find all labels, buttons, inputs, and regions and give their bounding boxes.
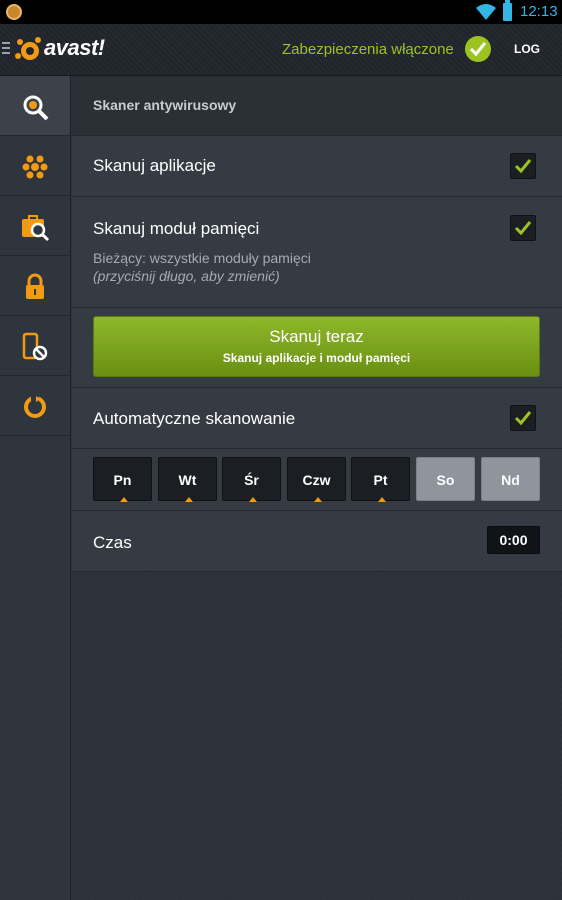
day-label: Śr <box>244 472 259 488</box>
protection-status-text: Zabezpieczenia włączone <box>282 41 454 58</box>
checkmark-icon <box>514 159 532 174</box>
main-panel: Skaner antywirusowy Skanuj aplikacje Ska… <box>72 76 562 900</box>
auto-scan-checkbox[interactable] <box>510 405 536 431</box>
shield-network-icon <box>22 155 48 179</box>
scan-apps-checkbox[interactable] <box>510 153 536 179</box>
day-button-sr[interactable]: Śr <box>222 457 281 502</box>
day-label: Nd <box>501 472 520 488</box>
selected-marker <box>314 497 322 502</box>
notification-icon <box>6 4 22 20</box>
day-button-pt[interactable]: Pt <box>351 457 410 502</box>
battery-icon <box>503 0 512 21</box>
selected-marker <box>120 497 128 502</box>
day-label: Czw <box>302 472 331 488</box>
checkmark-icon <box>514 221 532 236</box>
day-button-czw[interactable]: Czw <box>287 457 346 502</box>
day-selector: Pn Wt Śr Czw Pt So Nd <box>72 449 562 511</box>
scan-now-button[interactable]: Skanuj teraz Skanuj aplikacje i moduł pa… <box>93 316 540 377</box>
status-bar: 12:13 <box>0 0 562 24</box>
scan-memory-checkbox[interactable] <box>510 215 536 241</box>
day-button-wt[interactable]: Wt <box>158 457 217 502</box>
selected-marker <box>185 497 193 502</box>
day-label: Pn <box>113 472 132 488</box>
sidebar-item-scanner[interactable] <box>0 76 70 136</box>
time-row[interactable]: Czas 0:00 <box>72 511 562 572</box>
scan-now-subtitle: Skanuj aplikacje i moduł pamięci <box>222 351 411 365</box>
day-label: Pt <box>373 472 388 488</box>
scan-now-container: Skanuj teraz Skanuj aplikacje i moduł pa… <box>72 308 562 388</box>
day-button-so[interactable]: So <box>416 457 475 501</box>
menu-icon[interactable] <box>2 42 10 56</box>
day-label: Wt <box>178 472 197 488</box>
day-button-nd[interactable]: Nd <box>481 457 540 501</box>
call-filter-icon <box>22 332 48 361</box>
avast-logo-icon <box>15 37 41 60</box>
scan-memory-label: Skanuj moduł pamięci <box>93 219 260 238</box>
protection-check-icon <box>465 36 491 62</box>
memory-current-text: Bieżący: wszystkie moduły pamięci <box>93 250 311 266</box>
sidebar-item-anti-theft[interactable] <box>0 376 70 436</box>
sidebar-item-privacy[interactable] <box>0 196 70 256</box>
auto-scan-label: Automatyczne skanowanie <box>93 409 296 428</box>
logo-text: avast! <box>44 35 105 60</box>
clock: 12:13 <box>520 3 558 20</box>
scan-apps-row[interactable]: Skanuj aplikacje <box>72 136 562 197</box>
time-label: Czas <box>93 533 132 552</box>
section-title: Skaner antywirusowy <box>72 76 562 136</box>
app-header: avast! Zabezpieczenia włączone LOG <box>0 24 562 76</box>
day-label: So <box>436 472 455 488</box>
anti-theft-icon <box>24 396 46 418</box>
privacy-advisor-icon <box>22 215 50 242</box>
sidebar-item-call-filter[interactable] <box>0 316 70 376</box>
auto-scan-row[interactable]: Automatyczne skanowanie <box>72 388 562 449</box>
scan-icon <box>23 95 49 121</box>
scan-apps-label: Skanuj aplikacje <box>93 156 216 175</box>
lock-icon <box>26 273 44 299</box>
sidebar-item-app-locker[interactable] <box>0 256 70 316</box>
scan-now-title: Skanuj teraz <box>269 327 364 346</box>
sidebar <box>0 76 71 900</box>
memory-hint-text: (przyciśnij długo, aby zmienić) <box>93 268 280 284</box>
selected-marker <box>249 497 257 502</box>
log-button[interactable]: LOG <box>514 42 540 56</box>
time-picker[interactable]: 0:00 <box>487 526 540 554</box>
day-button-pn[interactable]: Pn <box>93 457 152 502</box>
scan-memory-row[interactable]: Skanuj moduł pamięci Bieżący: wszystkie … <box>72 197 562 308</box>
sidebar-item-shields[interactable] <box>0 136 70 196</box>
selected-marker <box>378 497 386 502</box>
wifi-icon <box>476 4 496 20</box>
checkmark-icon <box>514 411 532 426</box>
